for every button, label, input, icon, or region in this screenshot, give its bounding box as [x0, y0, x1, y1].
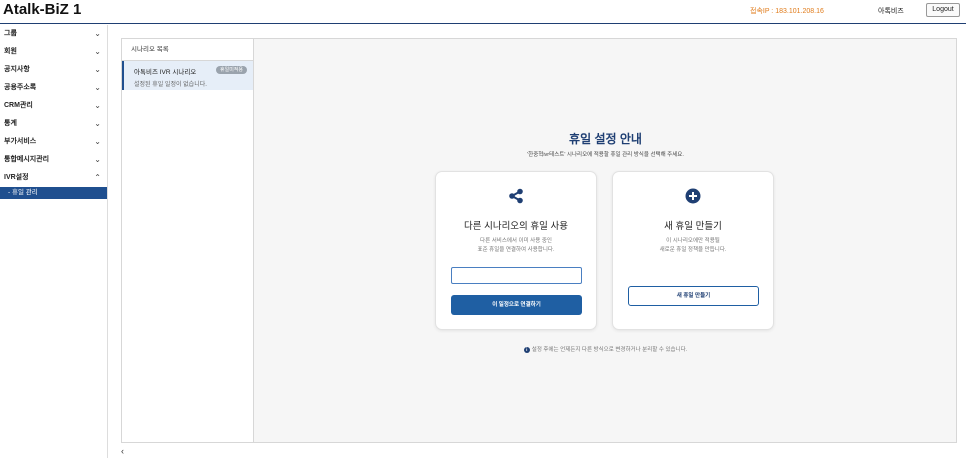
- sidebar-item-label: 부가서비스: [4, 138, 37, 145]
- chevron-down-icon: ⌄: [94, 137, 101, 146]
- sidebar-item-label: 그룹: [4, 30, 17, 37]
- sidebar-item-label: 공용주소록: [4, 84, 37, 91]
- share-holiday-card: 다른 시나리오의 휴일 사용 다른 서비스에서 이미 사용 중인 표준 휴일을 …: [435, 171, 597, 330]
- app-title: Atalk-BiZ 1: [3, 1, 82, 18]
- sidebar-item-group[interactable]: 그룹 ⌄: [0, 25, 107, 43]
- info-note-text: 설정 후에는 언제든지 다른 방식으로 변경하거나 분리할 수 있습니다.: [531, 347, 688, 353]
- user-name: 아톡비즈: [878, 8, 904, 15]
- info-icon: i: [523, 346, 530, 353]
- sidebar-subitem-holiday[interactable]: - 휴일 관리: [0, 187, 107, 199]
- chevron-down-icon: ⌄: [94, 47, 101, 56]
- sidebar-item-address-book[interactable]: 공용주소록 ⌄: [0, 79, 107, 97]
- status-badge: 휴일미적용: [216, 66, 248, 74]
- sidebar-item-ivr[interactable]: IVR설정 ⌃: [0, 169, 107, 187]
- chevron-up-icon: ⌃: [94, 173, 101, 182]
- sidebar-item-notice[interactable]: 공지사항 ⌄: [0, 61, 107, 79]
- new-holiday-card: 새 휴일 만들기 이 시나리오에만 적용될 새로운 휴일 정책을 만듭니다. 새…: [612, 171, 774, 330]
- card-description-line: 표준 휴일을 연결하여 사용합니다.: [477, 247, 555, 253]
- sidebar-item-label: 통합메시지관리: [4, 156, 50, 163]
- scenario-list-panel: 시나리오 목록 아톡비즈 IVR 시나리오 설정된 휴일 일정이 없습니다. 휴…: [121, 38, 254, 443]
- sidebar-item-label: 회원: [4, 48, 17, 55]
- chevron-left-icon[interactable]: ‹: [121, 446, 124, 456]
- card-description-line: 이 시나리오에만 적용될: [666, 238, 720, 244]
- card-description-line: 다른 서비스에서 이미 사용 중인: [480, 238, 552, 244]
- chevron-down-icon: ⌄: [94, 83, 101, 92]
- create-holiday-button[interactable]: 새 휴일 만들기: [628, 286, 759, 306]
- card-title: 새 휴일 만들기: [664, 221, 722, 232]
- sidebar-item-label: 공지사항: [4, 66, 30, 73]
- scenario-list-heading: 시나리오 목록: [122, 39, 253, 61]
- chevron-down-icon: ⌄: [94, 65, 101, 74]
- holiday-setup-panel: 휴일 설정 안내 '한중혁ivr테스트' 시나리오에 적용할 휴일 관리 방식을…: [254, 38, 957, 443]
- holiday-select-input[interactable]: [451, 267, 582, 284]
- share-icon: [436, 188, 596, 209]
- card-description: 이 시나리오에만 적용될 새로운 휴일 정책을 만듭니다.: [613, 237, 773, 255]
- card-title: 다른 시나리오의 휴일 사용: [463, 221, 569, 232]
- card-description-line: 새로운 휴일 정책을 만듭니다.: [659, 247, 727, 253]
- info-note: i 설정 후에는 언제든지 다른 방식으로 변경하거나 분리할 수 있습니다.: [254, 345, 957, 353]
- sidebar-item-label: IVR설정: [4, 174, 29, 181]
- top-bar: Atalk-BiZ 1 접속IP : 183.101.208.16 아톡비즈 L…: [0, 0, 966, 24]
- link-schedule-button[interactable]: 이 일정으로 연결하기: [451, 295, 582, 315]
- chevron-down-icon: ⌄: [94, 119, 101, 128]
- sidebar-item-crm[interactable]: CRM관리 ⌄: [0, 97, 107, 115]
- sidebar-item-messages[interactable]: 통합메시지관리 ⌄: [0, 151, 107, 169]
- chevron-down-icon: ⌄: [94, 29, 101, 38]
- plus-circle-icon: [613, 188, 773, 209]
- sidebar-item-stats[interactable]: 통계 ⌄: [0, 115, 107, 133]
- sidebar-item-label: 통계: [4, 120, 17, 127]
- logout-button[interactable]: Logout: [926, 3, 960, 17]
- ip-address-text: 접속IP : 183.101.208.16: [750, 8, 824, 15]
- card-description: 다른 서비스에서 이미 사용 중인 표준 휴일을 연결하여 사용합니다.: [436, 237, 596, 255]
- sidebar-item-addon[interactable]: 부가서비스 ⌄: [0, 133, 107, 151]
- scenario-list-item[interactable]: 아톡비즈 IVR 시나리오 설정된 휴일 일정이 없습니다. 휴일미적용: [122, 61, 253, 90]
- sidebar: 그룹 ⌄ 회원 ⌄ 공지사항 ⌄ 공용주소록 ⌄ CRM관리 ⌄ 통계 ⌄ 부가…: [0, 25, 108, 458]
- chevron-down-icon: ⌄: [94, 155, 101, 164]
- chevron-down-icon: ⌄: [94, 101, 101, 110]
- sidebar-item-member[interactable]: 회원 ⌄: [0, 43, 107, 61]
- page-title: 휴일 설정 안내: [569, 132, 642, 146]
- scenario-status-text: 설정된 휴일 일정이 없습니다.: [134, 82, 207, 88]
- page-subtitle: '한중혁ivr테스트' 시나리오에 적용할 휴일 관리 방식을 선택해 주세요.: [527, 152, 684, 158]
- sidebar-item-label: CRM관리: [4, 102, 33, 109]
